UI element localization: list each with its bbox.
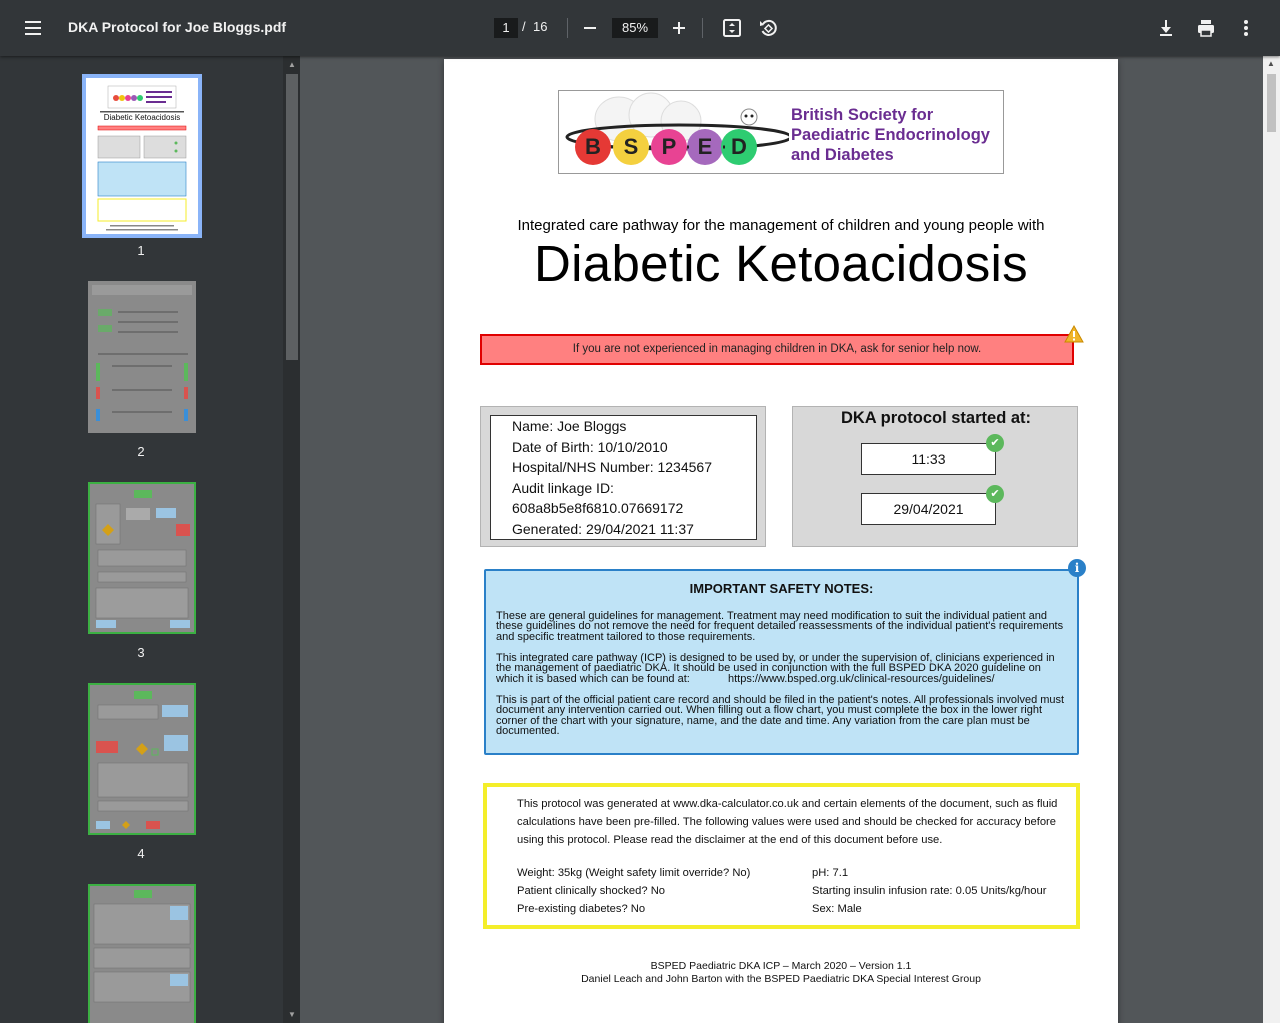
logo-letter-d: D	[731, 134, 747, 159]
protocol-start-date: 29/04/2021	[861, 493, 996, 525]
rotate-icon[interactable]	[754, 14, 782, 42]
page-footer: BSPED Paediatric DKA ICP – March 2020 – …	[444, 960, 1118, 986]
prefilled-values-intro: This protocol was generated at www.dka-c…	[517, 798, 1058, 846]
page-thumbnail-5[interactable]	[88, 884, 196, 1023]
shocked-value: Patient clinically shocked? No	[517, 885, 665, 897]
page-separator: /	[522, 19, 526, 34]
document-scrollbar[interactable]: ▲	[1263, 56, 1280, 1023]
logo-letter-p: P	[662, 134, 677, 159]
prefilled-values-right: pH: 7.1 Starting insulin infusion rate: …	[812, 864, 1046, 918]
page-thumbnail-1[interactable]: Diabetic Ketoacidosis	[82, 74, 202, 238]
safety-note-paragraph: This is part of the official patient car…	[496, 694, 1065, 737]
toolbar-divider	[567, 18, 568, 38]
zoom-out-icon[interactable]	[576, 14, 604, 42]
warning-icon	[1064, 324, 1084, 343]
pdf-page-1: B S P E D British Society for Paediatric…	[444, 59, 1118, 1023]
thumbnail-label: 2	[137, 444, 145, 459]
info-icon: i	[1068, 559, 1086, 577]
patient-dob: Date of Birth: 10/10/2010	[512, 438, 668, 455]
audit-linkage-label: Audit linkage ID:	[512, 479, 614, 496]
scroll-up-arrow-icon[interactable]: ▲	[287, 60, 297, 70]
document-scrollbar-thumb[interactable]	[1267, 74, 1276, 132]
document-subtitle: Integrated care pathway for the manageme…	[517, 217, 1045, 234]
svg-text:Diabetic Ketoacidosis: Diabetic Ketoacidosis	[104, 113, 180, 122]
footer-version: BSPED Paediatric DKA ICP – March 2020 – …	[650, 960, 912, 972]
toolbar-divider	[702, 18, 703, 38]
protocol-start-time: 11:33	[861, 443, 996, 475]
fit-to-page-icon[interactable]	[718, 14, 746, 42]
protocol-start-heading: DKA protocol started at:	[840, 409, 1032, 427]
document-heading: Diabetic Ketoacidosis	[534, 235, 1028, 292]
download-icon[interactable]	[1152, 14, 1180, 42]
patient-name: Name: Joe Bloggs	[512, 418, 627, 434]
logo-letter-e: E	[698, 134, 713, 159]
thumbnail-label: 1	[137, 243, 145, 258]
safety-notes-heading: IMPORTANT SAFETY NOTES:	[689, 581, 874, 596]
sex-value: Sex: Male	[812, 903, 862, 915]
print-icon[interactable]	[1192, 14, 1220, 42]
weight-value: Weight: 35kg (Weight safety limit overri…	[517, 867, 751, 879]
pdf-toolbar: DKA Protocol for Joe Bloggs.pdf 1 / 16 8…	[0, 0, 1280, 56]
more-options-icon[interactable]	[1232, 14, 1260, 42]
footer-authors: Daniel Leach and John Barton with the BS…	[581, 973, 981, 985]
page-thumbnail-4[interactable]	[88, 683, 196, 835]
logo-letter-b: B	[585, 134, 601, 159]
senior-help-warning: If you are not experienced in managing c…	[480, 334, 1074, 365]
hamburger-menu-icon[interactable]	[18, 16, 50, 40]
document-title: DKA Protocol for Joe Bloggs.pdf	[68, 19, 287, 35]
scroll-down-arrow-icon[interactable]: ▼	[287, 1010, 297, 1020]
safety-notes-box: IMPORTANT SAFETY NOTES: These are genera…	[484, 569, 1079, 755]
patient-hospital-number: Hospital/NHS Number: 1234567	[512, 459, 712, 475]
prefilled-values-box: This protocol was generated at www.dka-c…	[483, 783, 1080, 929]
patient-details-panel: Name: Joe Bloggs Date of Birth: 10/10/20…	[480, 406, 766, 547]
zoom-level-input[interactable]: 85%	[612, 18, 658, 38]
thumbnail-label: 4	[137, 846, 145, 861]
logo-organisation-name: British Society for Paediatric Endocrino…	[791, 106, 990, 164]
insulin-rate-value: Starting insulin infusion rate: 0.05 Uni…	[812, 885, 1047, 897]
check-icon: ✔	[986, 434, 1004, 452]
patient-details-card: Name: Joe Bloggs Date of Birth: 10/10/20…	[490, 415, 757, 540]
page-thumbnail-2[interactable]	[88, 281, 196, 433]
total-pages: 16	[533, 19, 548, 34]
protocol-start-panel: DKA protocol started at: 11:33 ✔ 29/04/2…	[792, 406, 1078, 547]
sidebar-scrollbar-thumb[interactable]	[286, 74, 298, 360]
page-number-input[interactable]: 1	[494, 18, 518, 38]
check-icon: ✔	[986, 485, 1004, 503]
zoom-in-icon[interactable]	[665, 14, 693, 42]
prefilled-values-left: Weight: 35kg (Weight safety limit overri…	[517, 864, 750, 918]
scroll-up-arrow-icon[interactable]: ▲	[1267, 59, 1275, 68]
thumbnail-label: 3	[137, 645, 145, 660]
bsped-logo: B S P E D British Society for Paediatric…	[558, 90, 1004, 174]
ph-value: pH: 7.1	[812, 867, 849, 879]
safety-note-paragraph: These are general guidelines for managem…	[496, 610, 1064, 643]
logo-letter-s: S	[624, 134, 639, 159]
audit-linkage-id: 608a8b5e8f6810.07669172	[512, 500, 684, 516]
page-thumbnail-3[interactable]	[88, 482, 196, 634]
generated-timestamp: Generated: 29/04/2021 11:37	[512, 520, 694, 537]
safety-note-paragraph: This integrated care pathway (ICP) is de…	[496, 653, 1068, 685]
diabetes-value: Pre-existing diabetes? No	[517, 903, 646, 915]
